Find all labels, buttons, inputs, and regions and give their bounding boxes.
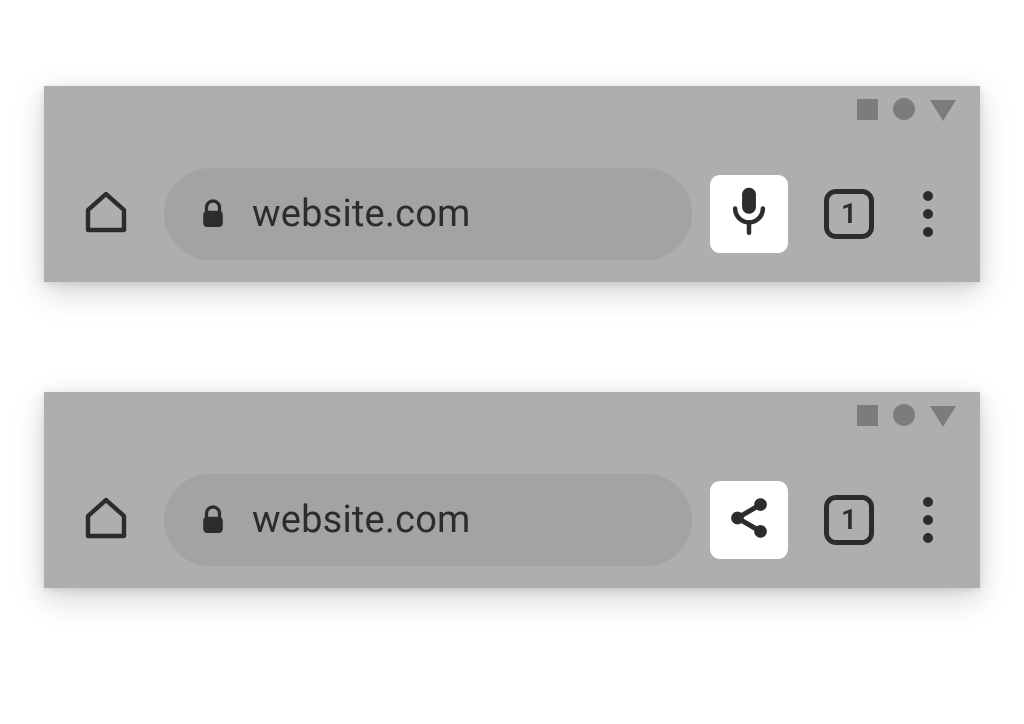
browser-toolbar-mic: website.com 1: [44, 86, 980, 282]
status-circle-icon: [893, 98, 915, 120]
menu-dot-icon: [923, 533, 933, 543]
voice-search-button[interactable]: [710, 175, 788, 253]
status-triangle-icon: [930, 100, 956, 121]
tabs-frame-icon: 1: [824, 189, 874, 239]
menu-dot-icon: [923, 209, 933, 219]
menu-dot-icon: [923, 515, 933, 525]
overflow-menu-button[interactable]: [908, 492, 948, 548]
menu-dot-icon: [923, 227, 933, 237]
status-square-icon: [857, 99, 878, 120]
browser-toolbar-share: website.com 1: [44, 392, 980, 588]
overflow-menu-button[interactable]: [908, 186, 948, 242]
home-button[interactable]: [74, 488, 138, 552]
lock-icon: [196, 197, 230, 231]
status-indicators: [857, 404, 956, 426]
share-button[interactable]: [710, 481, 788, 559]
url-text: website.com: [252, 192, 471, 236]
tabs-frame-icon: 1: [824, 495, 874, 545]
tabs-button[interactable]: 1: [822, 187, 876, 241]
address-bar[interactable]: website.com: [164, 168, 692, 260]
home-icon: [82, 188, 130, 240]
address-bar[interactable]: website.com: [164, 474, 692, 566]
microphone-icon: [728, 186, 770, 242]
menu-dot-icon: [923, 191, 933, 201]
tabs-count: 1: [841, 506, 857, 534]
menu-dot-icon: [923, 497, 933, 507]
status-square-icon: [857, 405, 878, 426]
home-icon: [82, 494, 130, 546]
status-indicators: [857, 98, 956, 120]
home-button[interactable]: [74, 182, 138, 246]
url-text: website.com: [252, 498, 471, 542]
lock-icon: [196, 503, 230, 537]
tabs-count: 1: [841, 200, 857, 228]
tabs-button[interactable]: 1: [822, 493, 876, 547]
status-circle-icon: [893, 404, 915, 426]
share-icon: [726, 495, 772, 545]
status-triangle-icon: [930, 406, 956, 427]
